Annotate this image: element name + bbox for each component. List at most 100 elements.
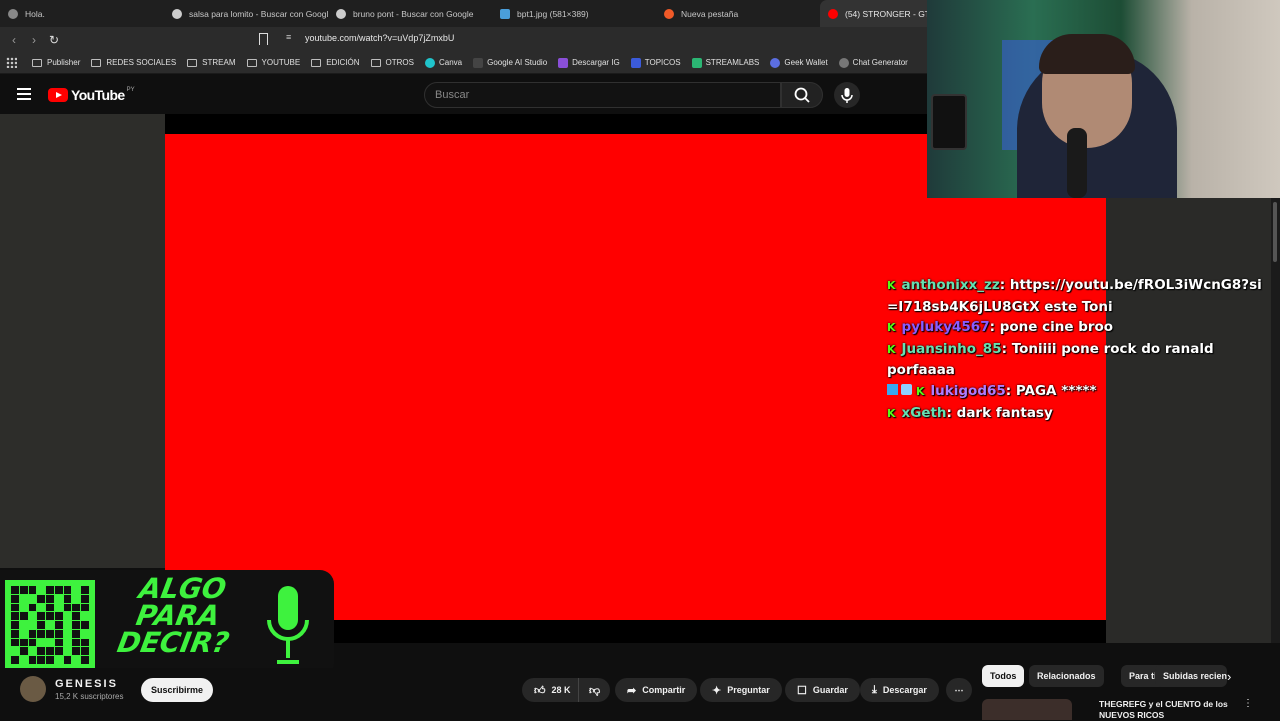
bookmark-folder[interactable]: STREAM — [187, 58, 236, 67]
tab-label: Hola. — [25, 8, 45, 19]
bookmark-descargar-ig[interactable]: Descargar IG — [558, 57, 620, 68]
qr-cell — [54, 638, 63, 647]
qr-cell — [19, 612, 28, 621]
chat-message: Kpyluky4567: pone cine broo — [887, 319, 1114, 336]
ask-button[interactable]: ✦ Preguntar — [700, 678, 782, 702]
recommendation-thumbnail[interactable] — [982, 699, 1072, 720]
folder-icon — [311, 58, 322, 67]
recommendation-menu-icon[interactable]: ⋮ — [1243, 698, 1253, 709]
voice-search-button[interactable] — [834, 82, 860, 108]
qr-cell — [11, 621, 19, 629]
bookmark-label: Geek Wallet — [784, 58, 828, 67]
recommendation-title[interactable]: THEGREFG y el CUENTO de los NUEVOS RICOS — [1099, 699, 1249, 721]
bookmark-label: TOPICOS — [644, 58, 681, 67]
tab-new[interactable]: Nueva pestaña — [656, 0, 820, 27]
qr-cell — [19, 594, 28, 603]
bookmark-folder[interactable]: REDES SOCIALES — [91, 58, 176, 67]
chat-message: K Juansinho_85: Toniiii pone rock do rana… — [887, 340, 1214, 379]
bookmark-label: STREAMLABS — [705, 58, 760, 67]
dislike-button[interactable]: 👎︎ — [578, 678, 611, 702]
geek-wallet-icon — [770, 57, 781, 68]
qr-cell — [28, 603, 37, 612]
reload-icon[interactable]: ↻ — [44, 33, 64, 47]
qr-cell — [19, 647, 28, 656]
chat-user: anthonixx_zz — [901, 277, 1000, 293]
qr-cell — [63, 621, 72, 629]
tab-label: (54) STRONGER - GTA I — [845, 8, 940, 19]
bookmark-label: EDICIÓN — [326, 58, 360, 67]
page-scrollbar[interactable] — [1271, 198, 1280, 643]
qr-cell — [11, 629, 19, 638]
like-button[interactable]: 👍︎ 28 K — [522, 678, 581, 702]
search-input[interactable]: Buscar — [424, 82, 781, 108]
chat-generator-icon — [838, 57, 849, 68]
bookmark-folder[interactable]: EDICIÓN — [311, 58, 360, 67]
bookmark-icon[interactable] — [259, 33, 268, 45]
folder-icon — [91, 58, 102, 67]
bookmark-canva[interactable]: Canva — [424, 57, 462, 68]
bookmark-ai-studio[interactable]: Google AI Studio — [473, 57, 547, 68]
site-info-icon[interactable]: ≡ — [286, 32, 291, 42]
url-text[interactable]: youtube.com/watch?v=uVdp7jZmxbU — [305, 33, 454, 43]
qr-cell — [37, 621, 46, 629]
qr-cell — [37, 594, 46, 603]
chevron-right-icon[interactable]: › — [1227, 669, 1231, 684]
qr-cell — [81, 638, 89, 647]
search-button[interactable] — [781, 82, 823, 108]
subscribe-button[interactable]: Suscribirme — [141, 678, 213, 702]
chip-related[interactable]: Relacionados — [1029, 665, 1104, 687]
chip-all[interactable]: Todos — [982, 665, 1025, 687]
bookmark-folder[interactable]: YOUTUBE — [246, 58, 300, 67]
qr-cell — [11, 594, 19, 603]
ai-studio-icon — [473, 57, 484, 68]
qr-cell — [28, 647, 37, 656]
bookmark-geek-wallet[interactable]: Geek Wallet — [770, 57, 828, 68]
channel-avatar[interactable] — [20, 676, 46, 702]
qr-cell — [11, 612, 19, 621]
back-icon[interactable]: ‹ — [4, 33, 24, 47]
save-button[interactable]: ☐ Guardar — [785, 678, 860, 702]
bookmark-folder[interactable]: OTROS — [370, 58, 414, 67]
tab-bruno[interactable]: bruno pont - Buscar con Google — [328, 0, 492, 27]
apps-grid-icon[interactable] — [6, 57, 17, 68]
tab-hola[interactable]: Hola. — [0, 0, 164, 27]
ambient-left — [0, 114, 165, 568]
google-icon — [336, 8, 346, 19]
download-button[interactable]: ⤓ Descargar — [860, 678, 939, 702]
tab-label: bpt1.jpg (581×389) — [517, 8, 589, 19]
more-icon: ⋯ — [954, 684, 964, 695]
bookmark-folder[interactable]: Publisher — [32, 58, 80, 67]
download-icon: ⤓ — [872, 683, 877, 696]
kick-icon: K — [916, 384, 925, 398]
qr-cell — [46, 603, 54, 612]
tab-salsa[interactable]: salsa para lomito - Buscar con Google — [164, 0, 328, 27]
youtube-logo[interactable]: YouTube PY — [48, 87, 135, 103]
folder-icon — [32, 58, 42, 67]
more-actions-button[interactable]: ⋯ — [946, 678, 972, 702]
qr-cell — [19, 621, 28, 629]
qr-cell — [46, 656, 54, 664]
qr-cell — [11, 647, 19, 656]
search-icon — [794, 87, 810, 103]
tab-image[interactable]: bpt1.jpg (581×389) — [492, 0, 656, 27]
forward-icon[interactable]: › — [24, 33, 44, 47]
bookmark-label: Descargar IG — [572, 58, 620, 67]
bookmark-chat-generator[interactable]: Chat Generator — [838, 57, 908, 68]
chip-recent-uploads[interactable]: Subidas recientes — [1155, 665, 1227, 687]
promo-slogan: ALGO PARA DECIR? — [101, 572, 255, 659]
qr-cell — [46, 594, 54, 603]
qr-cell — [11, 656, 19, 664]
scrollbar-thumb[interactable] — [1273, 202, 1277, 262]
canva-icon — [424, 57, 435, 68]
qr-cell — [54, 621, 63, 629]
bookmark-topicos[interactable]: TOPICOS — [630, 57, 681, 68]
share-button[interactable]: ➦ Compartir — [615, 678, 698, 702]
share-icon: ➦ — [627, 684, 637, 697]
qr-cell — [37, 612, 46, 621]
channel-name[interactable]: GENESIS — [55, 678, 118, 690]
recommendation-panel: Todos Relacionados Para ti Subidas recie… — [975, 662, 1280, 720]
menu-icon[interactable] — [17, 88, 31, 100]
chat-user: lukigod65 — [930, 382, 1006, 399]
green-microphone-icon — [267, 586, 309, 664]
bookmark-streamlabs[interactable]: STREAMLABS — [691, 57, 760, 68]
